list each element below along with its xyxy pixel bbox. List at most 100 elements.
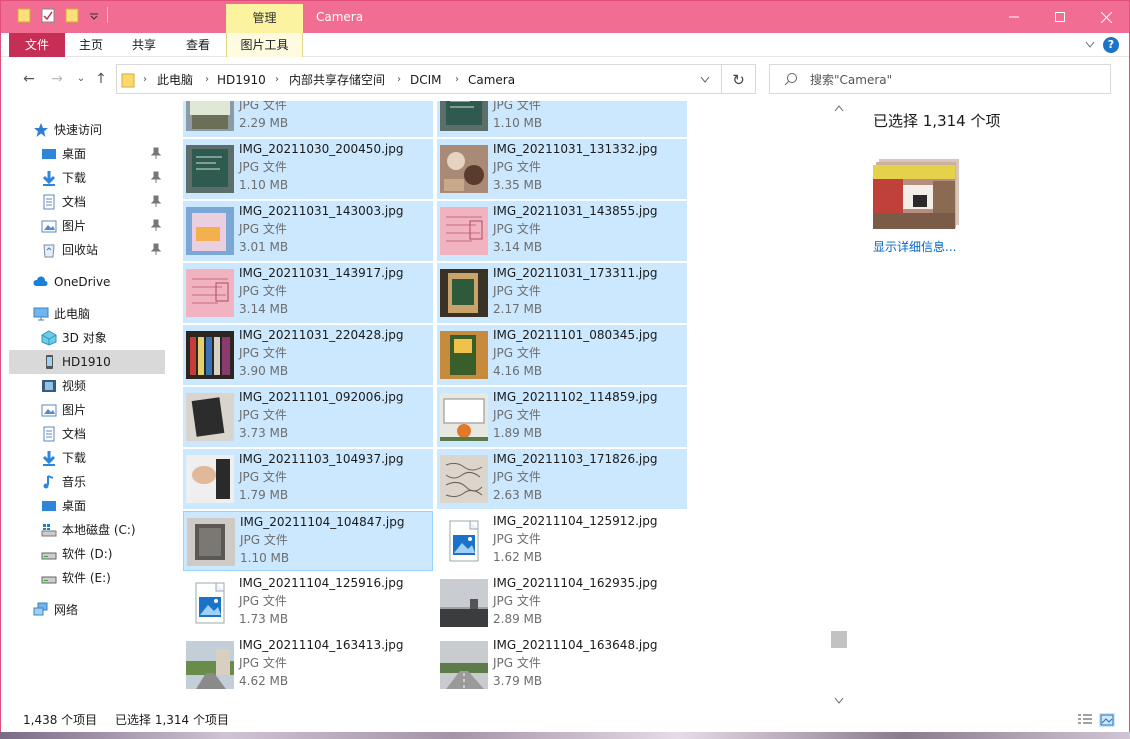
file-tile[interactable]: IMG_20211031_143917.jpg JPG 文件 3.14 MB <box>183 263 433 323</box>
pin-icon[interactable] <box>151 195 161 207</box>
scroll-down-icon[interactable] <box>834 697 844 705</box>
file-tile[interactable]: IMG_20211104_125912.jpg JPG 文件 1.62 MB <box>437 511 687 571</box>
sidebar-label: 桌面 <box>62 147 87 161</box>
pin-icon[interactable] <box>151 171 161 183</box>
file-name: IMG_20211102_114859.jpg <box>493 390 658 404</box>
scroll-thumb[interactable] <box>831 631 847 648</box>
file-tile[interactable]: IMG_20211104_104847.jpg JPG 文件 1.10 MB <box>183 511 433 571</box>
large-icons-view-icon[interactable] <box>1099 713 1115 727</box>
breadcrumb-internal-storage[interactable]: 内部共享存储空间 <box>289 65 385 95</box>
file-size: 1.62 MB <box>493 550 543 564</box>
pin-icon[interactable] <box>151 147 161 159</box>
sidebar-item-desktop-pc[interactable]: 桌面 <box>9 494 165 518</box>
file-tile[interactable]: IMG_20211031_173311.jpg JPG 文件 2.17 MB <box>437 263 687 323</box>
scroll-up-icon[interactable] <box>834 105 844 113</box>
breadcrumb-this-pc[interactable]: 此电脑 <box>157 65 193 95</box>
drive-icon <box>41 576 57 584</box>
vertical-scrollbar[interactable] <box>831 101 847 707</box>
sidebar-item-3d-objects[interactable]: 3D 对象 <box>9 326 165 350</box>
file-tile[interactable]: IMG_20211030_200450.jpg JPG 文件 1.10 MB <box>183 139 433 199</box>
sidebar-item-recycle-bin[interactable]: 回收站 <box>9 238 165 262</box>
document-icon <box>43 194 55 210</box>
sidebar-item-quick-access[interactable]: 快速访问 <box>9 118 165 142</box>
file-tile[interactable]: IMG_20211031_220428.jpg JPG 文件 3.90 MB <box>183 325 433 385</box>
tab-picture-tools[interactable]: 图片工具 <box>226 33 303 57</box>
file-tile[interactable]: IMG_20211104_163413.jpg JPG 文件 4.62 MB <box>183 635 433 695</box>
tab-home[interactable]: 主页 <box>65 33 117 57</box>
file-tile[interactable]: IMG_20211104_162935.jpg JPG 文件 2.89 MB <box>437 573 687 633</box>
file-tile[interactable]: IMG_20211103_104937.jpg JPG 文件 1.79 MB <box>183 449 433 509</box>
sidebar-item-pictures-pc[interactable]: 图片 <box>9 398 165 422</box>
sidebar-item-hd1910[interactable]: HD1910 <box>9 350 165 374</box>
file-tile[interactable]: IMG_20211104_125916.jpg JPG 文件 1.73 MB <box>183 573 433 633</box>
customize-toolbar-icon[interactable] <box>89 10 99 20</box>
sidebar-item-documents-pc[interactable]: 文档 <box>9 422 165 446</box>
breadcrumb-separator-icon[interactable]: › <box>143 65 147 95</box>
up-button[interactable]: ↑ <box>93 71 109 87</box>
breadcrumb-separator-icon[interactable]: › <box>455 65 459 95</box>
pin-icon[interactable] <box>151 219 161 231</box>
sidebar-item-videos[interactable]: 视频 <box>9 374 165 398</box>
breadcrumb-separator-icon[interactable]: › <box>275 65 279 95</box>
search-box[interactable]: 搜索"Camera" <box>769 64 1111 94</box>
title-bar: 管理 Camera <box>1 1 1129 33</box>
breadcrumb-separator-icon[interactable]: › <box>205 65 209 95</box>
details-pane: 已选择 1,314 个项 显示详细信息... <box>847 101 1124 707</box>
sidebar-item-this-pc[interactable]: 此电脑 <box>9 302 165 326</box>
breadcrumb-dcim[interactable]: DCIM <box>410 65 442 95</box>
file-tile[interactable]: IMG_20211030_192720.jpgJPG 文件2.29 MB <box>183 101 433 137</box>
file-tile[interactable]: IMG_20211101_080345.jpg JPG 文件 4.16 MB <box>437 325 687 385</box>
sidebar-item-desktop[interactable]: 桌面 <box>9 142 165 166</box>
sidebar-item-onedrive[interactable]: OneDrive <box>9 270 165 294</box>
sidebar-item-network[interactable]: 网络 <box>9 598 165 622</box>
close-button[interactable] <box>1083 1 1129 33</box>
folder-icon[interactable] <box>17 7 31 23</box>
sidebar-item-pictures[interactable]: 图片 <box>9 214 165 238</box>
explorer-window: 管理 Camera 文件 主页 共享 查看 图片工具 ? ← → ⌄ ↑ › 此… <box>0 0 1130 739</box>
details-view-icon[interactable] <box>1077 713 1093 727</box>
sidebar-item-drive-d[interactable]: 软件 (D:) <box>9 542 165 566</box>
file-tile[interactable]: IMG_20211101_092006.jpg JPG 文件 3.73 MB <box>183 387 433 447</box>
file-tile[interactable]: IMG_20211031_143003.jpg JPG 文件 3.01 MB <box>183 201 433 261</box>
help-icon[interactable]: ? <box>1103 37 1119 53</box>
show-details-link[interactable]: 显示详细信息... <box>873 237 956 257</box>
tab-share[interactable]: 共享 <box>117 33 171 57</box>
pin-icon[interactable] <box>151 243 161 255</box>
sidebar-item-music[interactable]: 音乐 <box>9 470 165 494</box>
file-tile[interactable]: IMG_20211030_200440.jpgJPG 文件1.10 MB <box>437 101 687 137</box>
file-type: JPG 文件 <box>493 656 541 670</box>
breadcrumb-separator-icon[interactable]: › <box>397 65 401 95</box>
maximize-button[interactable] <box>1037 1 1083 33</box>
file-tile[interactable]: IMG_20211103_171826.jpg JPG 文件 2.63 MB <box>437 449 687 509</box>
sidebar-item-downloads[interactable]: 下载 <box>9 166 165 190</box>
file-tile[interactable]: IMG_20211031_131332.jpg JPG 文件 3.35 MB <box>437 139 687 199</box>
breadcrumb-camera[interactable]: Camera <box>468 65 515 95</box>
file-type: JPG 文件 <box>239 160 287 174</box>
file-tile[interactable]: IMG_20211031_143855.jpg JPG 文件 3.14 MB <box>437 201 687 261</box>
sidebar-item-documents[interactable]: 文档 <box>9 190 165 214</box>
properties-icon[interactable] <box>41 7 55 23</box>
address-bar[interactable]: › 此电脑 › HD1910 › 内部共享存储空间 › DCIM › Camer… <box>116 64 722 94</box>
file-tile[interactable]: IMG_20211102_114859.jpg JPG 文件 1.89 MB <box>437 387 687 447</box>
recent-locations-button[interactable]: ⌄ <box>73 71 89 87</box>
file-tile[interactable]: IMG_20211104_163648.jpg JPG 文件 3.79 MB <box>437 635 687 695</box>
file-size: 1.10 MB <box>493 116 543 130</box>
refresh-button[interactable]: ↻ <box>722 64 756 94</box>
tab-file[interactable]: 文件 <box>9 33 65 57</box>
sidebar-label: 本地磁盘 (C:) <box>62 523 136 537</box>
new-folder-icon[interactable] <box>65 7 79 23</box>
minimize-button[interactable] <box>991 1 1037 33</box>
tab-view[interactable]: 查看 <box>171 33 225 57</box>
sidebar-item-drive-c[interactable]: 本地磁盘 (C:) <box>9 518 165 542</box>
sidebar-item-downloads-pc[interactable]: 下载 <box>9 446 165 470</box>
breadcrumb-hd1910[interactable]: HD1910 <box>217 65 266 95</box>
sidebar-item-drive-e[interactable]: 软件 (E:) <box>9 566 165 590</box>
sidebar-label: 网络 <box>54 603 79 617</box>
back-button[interactable]: ← <box>21 71 37 87</box>
forward-button[interactable]: → <box>49 71 65 87</box>
file-type: JPG 文件 <box>240 533 288 547</box>
expand-ribbon-icon[interactable] <box>1085 41 1095 49</box>
address-dropdown-icon[interactable] <box>700 76 710 84</box>
context-tab-manage[interactable]: 管理 <box>226 4 303 33</box>
photo-thumbnail-image <box>440 331 488 379</box>
